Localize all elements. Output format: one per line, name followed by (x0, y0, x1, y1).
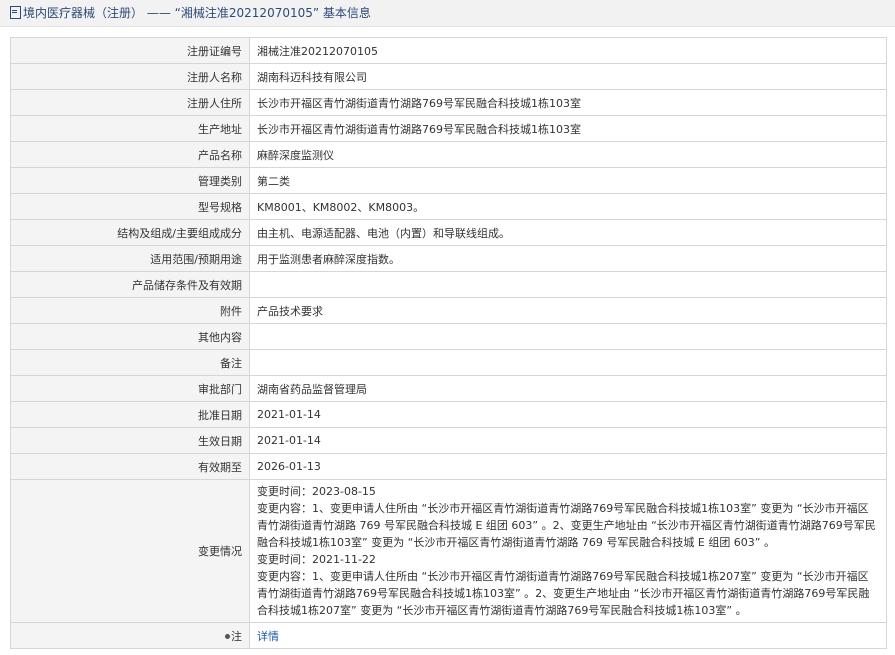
change-line: 变更内容：1、变更申请人住所由 “长沙市开福区青竹湖街道青竹湖路769号军民融合… (257, 502, 876, 549)
row-value: 麻醉深度监测仪 (249, 141, 887, 168)
info-table-container: 注册证编号 湘械注准20212070105 注册人名称 湖南科迈科技有限公司 注册人… (10, 37, 887, 649)
row-label: 生效日期 (10, 427, 250, 454)
row-label: 适用范围/预期用途 (10, 245, 250, 272)
row-label: 结构及组成/主要组成成分 (10, 219, 250, 246)
row-value: 2026-01-13 (249, 453, 887, 480)
note-value-cell: 详情 (249, 622, 887, 649)
table-row: 审批部门 湖南省药品监督管理局 (10, 375, 887, 402)
table-row: 备注 (10, 349, 887, 376)
table-row: 产品名称 麻醉深度监测仪 (10, 141, 887, 168)
change-history-row: 变更情况 变更时间：2023-08-15 变更内容：1、变更申请人住所由 “长沙… (10, 479, 887, 623)
header-prefix: 境内医疗器械（注册） (23, 6, 144, 20)
table-row: 适用范围/预期用途 用于监测患者麻醉深度指数。 (10, 245, 887, 272)
change-history-value: 变更时间：2023-08-15 变更内容：1、变更申请人住所由 “长沙市开福区青… (249, 479, 887, 623)
header-title: “湘械注准20212070105” 基本信息 (174, 6, 371, 20)
table-row: 其他内容 (10, 323, 887, 350)
document-icon (10, 6, 21, 19)
row-label: 其他内容 (10, 323, 250, 350)
row-value (249, 271, 887, 298)
row-value: 产品技术要求 (249, 297, 887, 324)
row-label: 型号规格 (10, 193, 250, 220)
table-row: 注册人名称 湖南科迈科技有限公司 (10, 63, 887, 90)
row-label: 审批部门 (10, 375, 250, 402)
change-history-label: 变更情况 (10, 479, 250, 623)
table-row: 管理类别 第二类 (10, 167, 887, 194)
row-label: 附件 (10, 297, 250, 324)
row-label: 有效期至 (10, 453, 250, 480)
row-value: 湖南科迈科技有限公司 (249, 63, 887, 90)
table-row: 产品储存条件及有效期 (10, 271, 887, 298)
table-row: 批准日期 2021-01-14 (10, 401, 887, 428)
row-value: KM8001、KM8002、KM8003。 (249, 193, 887, 220)
note-label-cell: 注 (10, 622, 250, 649)
table-row: 附件 产品技术要求 (10, 297, 887, 324)
info-table: 注册证编号 湘械注准20212070105 注册人名称 湖南科迈科技有限公司 注册人… (10, 37, 887, 649)
table-row: 生产地址 长沙市开福区青竹湖街道青竹湖路769号军民融合科技城1栋103室 (10, 115, 887, 142)
row-value: 2021-01-14 (249, 401, 887, 428)
header-separator: —— (146, 6, 171, 20)
table-row: 型号规格 KM8001、KM8002、KM8003。 (10, 193, 887, 220)
table-row: 注册人住所 长沙市开福区青竹湖街道青竹湖路769号军民融合科技城1栋103室 (10, 89, 887, 116)
row-label: 备注 (10, 349, 250, 376)
row-label: 产品名称 (10, 141, 250, 168)
details-link[interactable]: 详情 (257, 630, 279, 643)
row-value: 第二类 (249, 167, 887, 194)
row-value: 用于监测患者麻醉深度指数。 (249, 245, 887, 272)
row-value (249, 323, 887, 350)
row-label: 批准日期 (10, 401, 250, 428)
table-row: 注册证编号 湘械注准20212070105 (10, 37, 887, 64)
row-label: 管理类别 (10, 167, 250, 194)
change-line: 变更时间：2021-11-22 (257, 553, 376, 566)
row-label: 注册证编号 (10, 37, 250, 64)
change-line: 变更时间：2023-08-15 (257, 485, 376, 498)
row-value: 2021-01-14 (249, 427, 887, 454)
page-header: 境内医疗器械（注册） —— “湘械注准20212070105” 基本信息 (0, 0, 895, 27)
table-row: 有效期至 2026-01-13 (10, 453, 887, 480)
change-line: 变更内容：1、变更申请人住所由 “长沙市开福区青竹湖街道青竹湖路769号军民融合… (257, 570, 870, 617)
row-value (249, 349, 887, 376)
row-value: 长沙市开福区青竹湖街道青竹湖路769号军民融合科技城1栋103室 (249, 115, 887, 142)
table-row: 结构及组成/主要组成成分 由主机、电源适配器、电池（内置）和导联线组成。 (10, 219, 887, 246)
note-row: 注 详情 (10, 622, 887, 649)
row-label: 产品储存条件及有效期 (10, 271, 250, 298)
note-label: 注 (231, 629, 242, 643)
row-value: 长沙市开福区青竹湖街道青竹湖路769号军民融合科技城1栋103室 (249, 89, 887, 116)
row-label: 生产地址 (10, 115, 250, 142)
row-label: 注册人住所 (10, 89, 250, 116)
row-value: 由主机、电源适配器、电池（内置）和导联线组成。 (249, 219, 887, 246)
row-value: 湘械注准20212070105 (249, 37, 887, 64)
pin-icon (225, 633, 230, 639)
row-value: 湖南省药品监督管理局 (249, 375, 887, 402)
row-label: 注册人名称 (10, 63, 250, 90)
table-row: 生效日期 2021-01-14 (10, 427, 887, 454)
